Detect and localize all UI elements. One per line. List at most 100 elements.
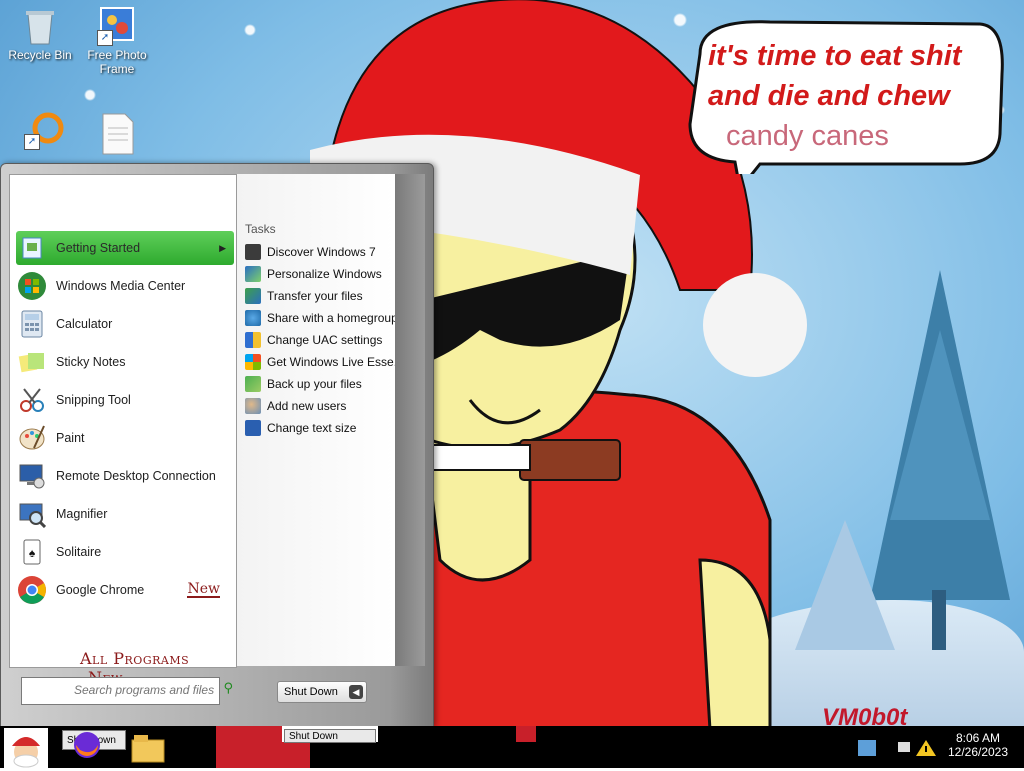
program-calculator[interactable]: Calculator <box>16 307 234 341</box>
calculator-icon <box>16 308 48 340</box>
transfer-icon <box>245 288 261 304</box>
program-google-chrome[interactable]: Google Chrome New <box>16 573 234 607</box>
program-label: Windows Media Center <box>56 279 186 293</box>
program-sticky-notes[interactable]: Sticky Notes <box>16 345 234 379</box>
desktop-icon-label: Free Photo Frame <box>87 48 147 76</box>
start-menu: Getting Started ▶ Windows Media Center C… <box>0 163 434 727</box>
clock-date: 12/26/2023 <box>947 745 1009 759</box>
solitaire-icon: ♠ <box>16 536 48 568</box>
task-label: Transfer your files <box>267 289 363 303</box>
program-getting-started[interactable]: Getting Started ▶ <box>16 231 234 265</box>
all-programs-label: All Programs <box>80 649 190 668</box>
task-label: Share with a homegroup <box>267 311 398 325</box>
desktop-icon-free-photo-frame[interactable]: ➚ Free Photo Frame <box>77 6 157 76</box>
homegroup-icon <box>245 310 261 326</box>
uac-shield-icon <box>245 332 261 348</box>
start-menu-tasks-pane: Tasks Discover Windows 7 Personalize Win… <box>237 174 404 666</box>
task-change-uac[interactable]: Change UAC settings <box>245 330 382 350</box>
program-solitaire[interactable]: ♠ Solitaire <box>16 535 234 569</box>
taskbar-red-mark <box>516 726 536 742</box>
tray-volume-warning-icon[interactable] <box>898 738 938 756</box>
remote-desktop-icon <box>16 460 48 492</box>
new-badge: New <box>187 581 220 598</box>
task-label: Discover Windows 7 <box>267 245 376 259</box>
task-label: Get Windows Live Esse... <box>267 355 404 369</box>
program-label: Remote Desktop Connection <box>56 469 216 483</box>
paint-palette-icon <box>16 422 48 454</box>
task-label: Change UAC settings <box>267 333 383 347</box>
personalize-icon <box>245 266 261 282</box>
text-size-icon <box>245 420 261 436</box>
start-menu-programs-pane: Getting Started ▶ Windows Media Center C… <box>9 174 237 689</box>
taskbar-button-shutdown-2[interactable]: Shut Down <box>284 729 376 743</box>
tray-network-icon[interactable] <box>856 738 878 756</box>
program-magnifier[interactable]: Magnifier <box>16 497 234 531</box>
orange-ring-icon: ➚ <box>24 110 64 150</box>
svg-text:♠: ♠ <box>29 546 36 560</box>
magnifier-icon <box>16 498 48 530</box>
task-share-homegroup[interactable]: Share with a homegroup <box>245 308 398 328</box>
chrome-icon <box>16 574 48 606</box>
scissors-icon <box>16 384 48 416</box>
users-icon <box>245 398 261 414</box>
task-label: Personalize Windows <box>267 267 382 281</box>
task-transfer-files[interactable]: Transfer your files <box>245 286 363 306</box>
program-label: Calculator <box>56 317 113 331</box>
task-change-text-size[interactable]: Change text size <box>245 418 356 438</box>
program-label: Solitaire <box>56 545 102 559</box>
program-paint[interactable]: Paint <box>16 421 234 455</box>
photo-frame-icon: ➚ <box>97 6 137 46</box>
task-label: Change text size <box>267 421 357 435</box>
shortcut-arrow-icon: ➚ <box>24 134 40 150</box>
program-windows-media-center[interactable]: Windows Media Center <box>16 269 234 303</box>
monitor-icon <box>245 244 261 260</box>
speech-line-2: and die and chew <box>708 80 950 112</box>
program-label: Magnifier <box>56 507 108 521</box>
desktop-icon-recycle-bin[interactable]: Recycle Bin <box>0 6 80 62</box>
task-label: Back up your files <box>267 377 362 391</box>
backup-icon <box>245 376 261 392</box>
recycle-bin-icon <box>20 6 60 46</box>
speech-line-3: candy canes <box>726 120 889 152</box>
task-add-users[interactable]: Add new users <box>245 396 346 416</box>
search-icon: ⚲ <box>223 681 233 696</box>
taskbar-button-label: Shut Down <box>289 730 338 742</box>
search-input[interactable] <box>74 678 224 702</box>
task-label: Add new users <box>267 399 347 413</box>
file-explorer-icon[interactable] <box>130 732 166 764</box>
desktop-icon-document[interactable] <box>77 112 157 155</box>
windows-logo-icon <box>16 270 48 302</box>
shutdown-label: Shut Down <box>284 686 338 698</box>
program-label: Getting Started <box>56 241 141 255</box>
taskbar-clock[interactable]: 8:06 AM 12/26/2023 <box>938 731 1018 759</box>
desktop-icon-ring-app[interactable]: ➚ <box>4 110 84 152</box>
clock-time: 8:06 AM <box>955 731 1001 745</box>
shortcut-arrow-icon: ➚ <box>97 30 113 46</box>
program-remote-desktop[interactable]: Remote Desktop Connection <box>16 459 234 493</box>
program-label: Sticky Notes <box>56 355 126 369</box>
windows-flag-icon <box>245 354 261 370</box>
shutdown-options-arrow-icon[interactable]: ◀ <box>349 685 363 699</box>
tasks-heading: Tasks <box>245 222 276 236</box>
santa-start-orb-icon <box>4 728 48 768</box>
submenu-arrow-icon: ▶ <box>219 242 226 253</box>
sticky-notes-icon <box>16 346 48 378</box>
program-label: Google Chrome <box>56 583 145 597</box>
program-label: Snipping Tool <box>56 393 131 407</box>
start-search-box[interactable]: ⚲ <box>21 677 233 705</box>
speech-line-1: it's time to eat shit <box>708 40 962 72</box>
program-label: Paint <box>56 431 85 445</box>
getting-started-icon <box>16 232 48 264</box>
task-personalize-windows[interactable]: Personalize Windows <box>245 264 382 284</box>
start-button[interactable] <box>4 728 48 768</box>
shutdown-button[interactable]: Shut Down ◀ <box>277 681 367 703</box>
wallpaper-speech-text: it's time to eat shit and die and chew c… <box>708 36 998 156</box>
document-icon <box>97 112 137 155</box>
task-discover-windows[interactable]: Discover Windows 7 <box>245 242 376 262</box>
program-snipping-tool[interactable]: Snipping Tool <box>16 383 234 417</box>
task-windows-live[interactable]: Get Windows Live Esse... <box>245 352 404 372</box>
desktop-icon-label: Recycle Bin <box>8 48 72 62</box>
task-backup-files[interactable]: Back up your files <box>245 374 362 394</box>
start-menu-side-strip <box>395 174 425 666</box>
firefox-icon[interactable] <box>72 730 102 760</box>
